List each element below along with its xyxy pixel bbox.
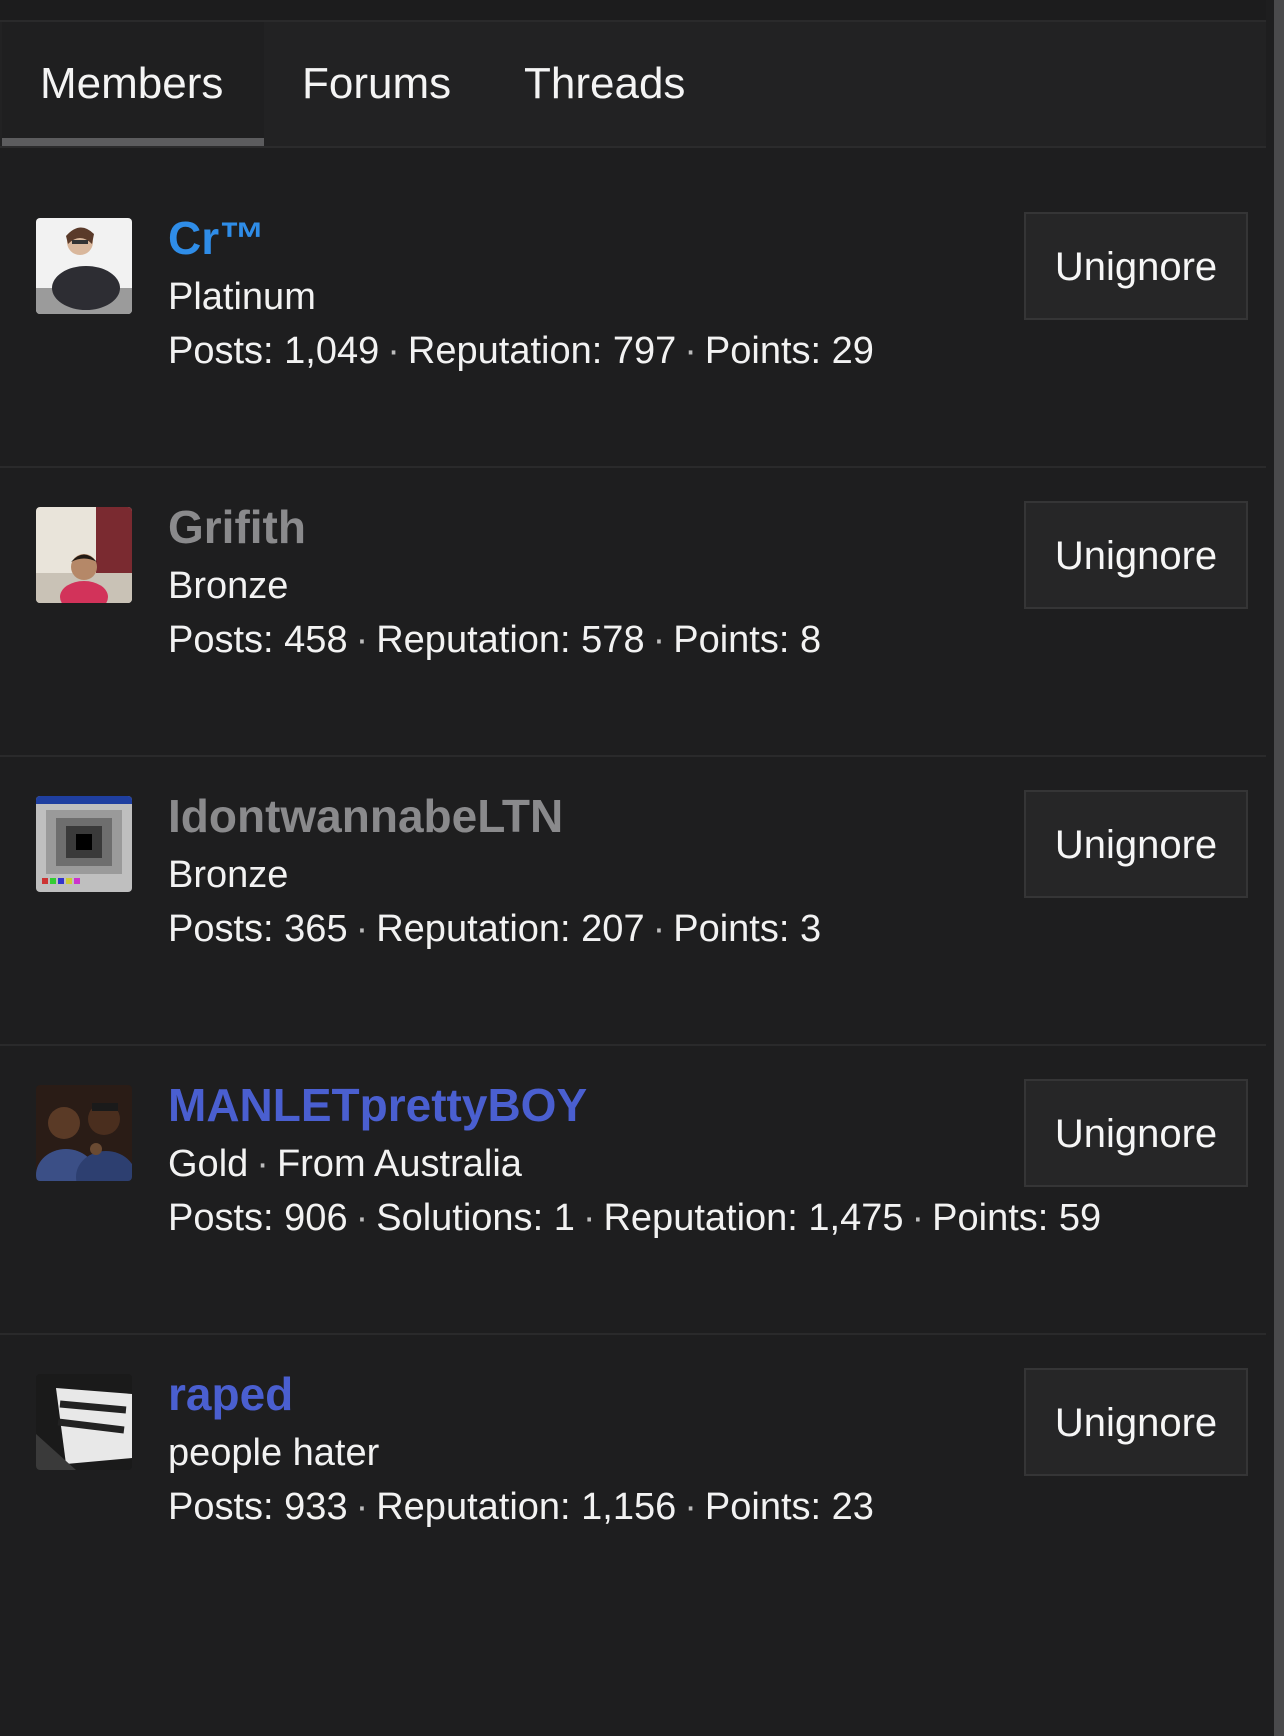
member-username[interactable]: MANLETprettyBOY xyxy=(168,1075,587,1135)
member-row: MANLETprettyBOY Gold · From Australia Post… xyxy=(0,1045,1266,1335)
separator: · xyxy=(582,1197,596,1239)
stat-posts-value: 458 xyxy=(284,619,348,661)
member-rank: Bronze xyxy=(168,854,289,896)
stat-posts-value: 906 xyxy=(284,1197,348,1239)
avatar[interactable] xyxy=(36,218,132,314)
stat-points-label: Points xyxy=(673,619,779,661)
separator: · xyxy=(387,330,400,372)
stat-posts-label: Posts xyxy=(168,330,264,372)
member-username[interactable]: raped xyxy=(168,1364,293,1424)
member-row: IdontwannabeLTN Bronze Posts: 365 · Reputa… xyxy=(0,756,1266,1046)
stat-reputation-value: 578 xyxy=(581,619,645,661)
tab-threads-label: Threads xyxy=(524,59,686,108)
stat-points-value: 8 xyxy=(799,619,822,661)
stat-points-label: Points xyxy=(932,1197,1038,1239)
stat-posts-value: 365 xyxy=(284,908,348,950)
stat-points-label: Points xyxy=(704,330,811,372)
member-stats: Posts: 933 · Reputation: 1,156 · Points: 23 xyxy=(168,1486,874,1528)
member-title: Gold · From Australia xyxy=(168,1139,522,1189)
member-stats: Posts: 365 · Reputation: 207 · Points: 3 xyxy=(168,908,822,950)
stat-posts-label: Posts xyxy=(168,908,264,950)
stat-reputation-value: 207 xyxy=(581,908,645,950)
unignore-button[interactable]: Unignore xyxy=(1024,1368,1248,1476)
member-title: Bronze xyxy=(168,850,288,900)
tab-forums[interactable]: Forums xyxy=(264,22,484,146)
separator: · xyxy=(256,1143,269,1185)
stat-reputation-label: Reputation xyxy=(407,330,592,372)
separator: · xyxy=(355,619,369,661)
member-title: people hater xyxy=(168,1428,379,1478)
member-username[interactable]: Grifith xyxy=(168,497,306,557)
tab-members[interactable]: Members xyxy=(2,22,264,146)
scrollbar[interactable] xyxy=(1274,0,1284,1736)
top-bar xyxy=(0,0,1266,22)
member-stats: Posts: 458 · Reputation: 578 · Points: 8 xyxy=(168,619,822,661)
separator: · xyxy=(355,1197,369,1239)
unignore-button[interactable]: Unignore xyxy=(1024,1079,1248,1187)
member-title: Bronze xyxy=(168,561,288,611)
avatar[interactable] xyxy=(36,1374,132,1470)
stat-points-value: 23 xyxy=(831,1486,874,1528)
stat-points-label: Points xyxy=(704,1486,811,1528)
member-rank: Bronze xyxy=(168,565,289,607)
stat-reputation-label: Reputation xyxy=(376,1486,561,1528)
member-stats: Posts: 1,049 · Reputation: 797 · Points: 29 xyxy=(168,330,874,372)
stat-posts-value: 1,049 xyxy=(284,330,380,372)
tab-threads[interactable]: Threads xyxy=(486,22,724,146)
member-location: From Australia xyxy=(276,1143,522,1185)
separator: · xyxy=(355,1486,369,1528)
stat-points-label: Points xyxy=(673,908,779,950)
separator: · xyxy=(355,908,369,950)
separator: · xyxy=(684,330,697,372)
stat-points-value: 59 xyxy=(1058,1197,1102,1239)
avatar[interactable] xyxy=(36,796,132,892)
member-rank: Gold xyxy=(168,1143,249,1185)
stat-reputation-label: Reputation xyxy=(376,908,561,950)
avatar[interactable] xyxy=(36,1085,132,1181)
stat-reputation-value: 797 xyxy=(612,330,677,372)
stat-posts-label: Posts xyxy=(168,1197,264,1239)
member-row: Cr™ Platinum Posts: 1,049 · Reputation: 79… xyxy=(0,178,1266,468)
stat-posts-value: 933 xyxy=(284,1486,348,1528)
stat-points-value: 29 xyxy=(831,330,874,372)
member-username[interactable]: IdontwannabeLTN xyxy=(168,786,563,846)
stat-reputation-value: 1,475 xyxy=(808,1197,904,1239)
member-rank: people hater xyxy=(168,1432,380,1474)
unignore-button[interactable]: Unignore xyxy=(1024,790,1248,898)
stat-posts-label: Posts xyxy=(168,619,264,661)
member-title: Platinum xyxy=(168,272,316,322)
separator: · xyxy=(911,1197,925,1239)
member-rank: Platinum xyxy=(168,276,316,318)
member-username[interactable]: Cr™ xyxy=(168,208,265,268)
separator: · xyxy=(652,619,666,661)
separator: · xyxy=(652,908,666,950)
stat-solutions-label: Solutions xyxy=(376,1197,533,1239)
member-stats: Posts: 906 · Solutions: 1 · Reputation: 1,47… xyxy=(168,1197,1102,1239)
tab-active-underline xyxy=(2,138,264,146)
stat-reputation-label: Reputation xyxy=(603,1197,788,1239)
separator: · xyxy=(684,1486,697,1528)
stat-points-value: 3 xyxy=(799,908,822,950)
stat-reputation-value: 1,156 xyxy=(581,1486,677,1528)
stat-reputation-label: Reputation xyxy=(376,619,561,661)
member-row: raped people hater Posts: 933 · Reputation… xyxy=(0,1334,1266,1622)
tab-members-label: Members xyxy=(40,59,224,108)
unignore-button[interactable]: Unignore xyxy=(1024,212,1248,320)
unignore-button[interactable]: Unignore xyxy=(1024,501,1248,609)
stat-posts-label: Posts xyxy=(168,1486,264,1528)
avatar[interactable] xyxy=(36,507,132,603)
stat-solutions-value: 1 xyxy=(553,1197,575,1239)
tab-bar: Members Forums Threads xyxy=(0,22,1266,148)
member-row: Grifith Bronze Posts: 458 · Reputation: 57… xyxy=(0,467,1266,757)
tab-forums-label: Forums xyxy=(302,59,452,108)
